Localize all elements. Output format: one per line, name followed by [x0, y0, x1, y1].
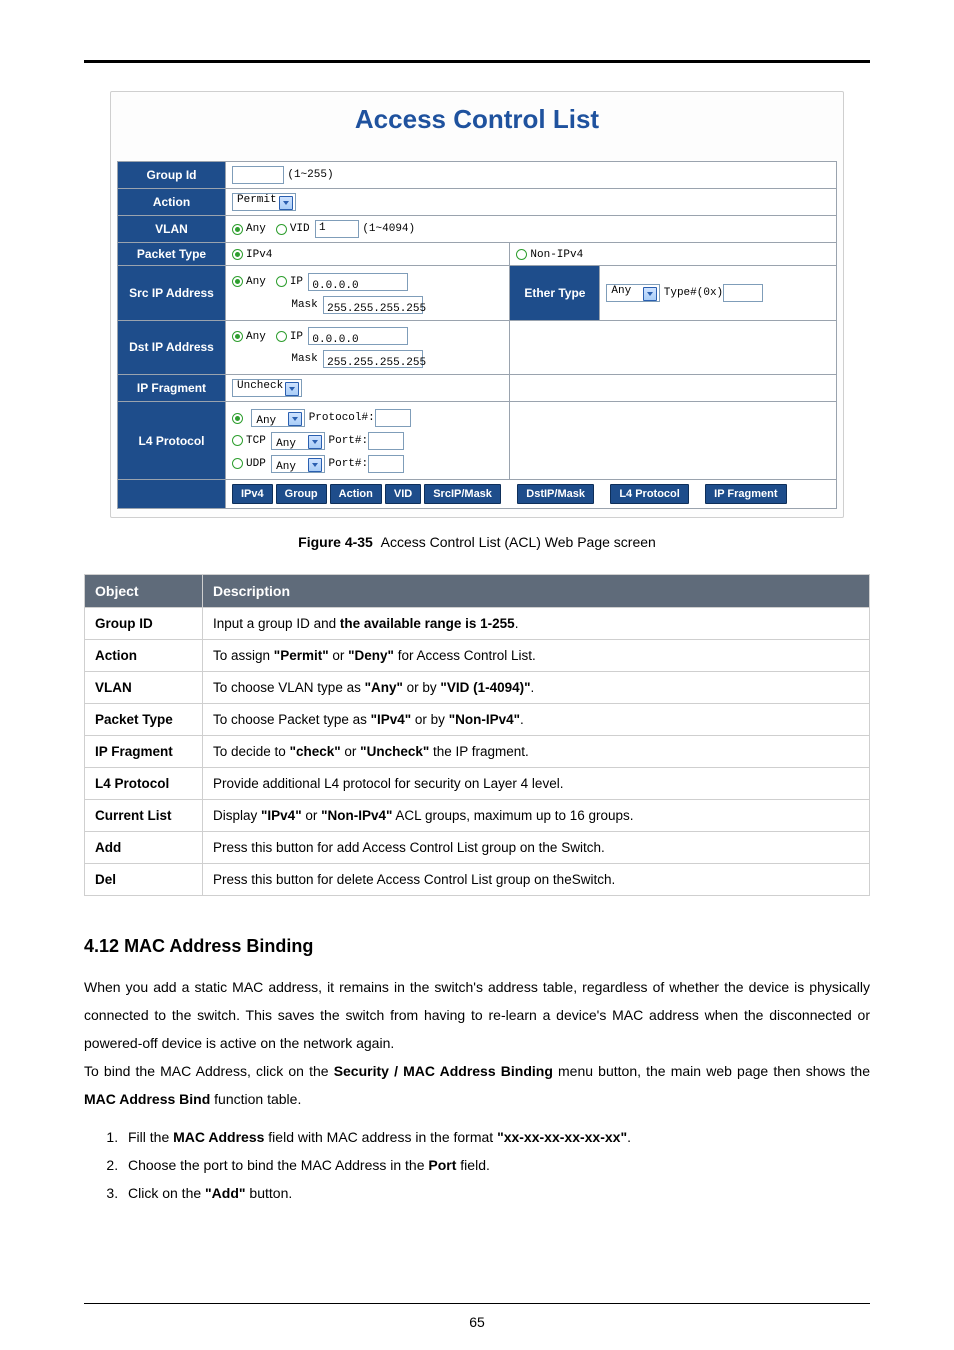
vlan-vid-input[interactable]: 1 [315, 220, 359, 238]
label-packet-type: Packet Type [118, 243, 226, 266]
section-lead: To bind the MAC Address, click on the Se… [84, 1057, 870, 1113]
srcip-any-radio[interactable] [232, 276, 243, 287]
action-select[interactable]: Permit [232, 193, 296, 211]
ip-fragment-select[interactable]: Uncheck [232, 379, 302, 397]
section-heading: 4.12 MAC Address Binding [84, 936, 870, 957]
desc-row: Packet Type To choose Packet type as "IP… [85, 703, 870, 735]
packet-ipv4-label: IPv4 [246, 249, 272, 261]
desc-row: Action To assign "Permit" or "Deny" for … [85, 639, 870, 671]
label-l4-protocol: L4 Protocol [118, 402, 226, 479]
group-id-hint: (1~255) [287, 169, 333, 181]
desc-row: IP Fragment To decide to "check" or "Unc… [85, 735, 870, 767]
desc-row: VLAN To choose VLAN type as "Any" or by … [85, 671, 870, 703]
label-group-id: Group Id [118, 162, 226, 189]
dstip-mask-input[interactable]: 255.255.255.255 [323, 350, 423, 368]
cols-spacer [118, 479, 226, 508]
l4-udp-port-input[interactable] [368, 455, 404, 473]
l4-udp-label: UDP [246, 458, 266, 470]
col-vid: VID [385, 484, 421, 504]
description-table: Object Description Group ID Input a grou… [84, 574, 870, 896]
vlan-any-label: Any [246, 223, 266, 235]
footer-rule [84, 1303, 870, 1304]
dstip-mask-label: Mask [291, 353, 317, 365]
figure-caption: Figure 4-35 Access Control List (ACL) We… [84, 534, 870, 550]
dstip-ip-radio[interactable] [276, 331, 287, 342]
acl-screenshot: Access Control List Group Id (1~255) Act… [110, 91, 844, 518]
desc-row: Del Press this button for delete Access … [85, 863, 870, 895]
ether-type-select[interactable]: Any [606, 284, 660, 302]
page-number: 65 [0, 1314, 954, 1330]
group-id-input[interactable] [232, 166, 284, 184]
ether-typehex-label: Type#(0x) [664, 287, 723, 299]
label-vlan: VLAN [118, 216, 226, 243]
dstip-ip-label: IP [290, 330, 303, 342]
l4-udp-port-label: Port#: [329, 458, 369, 470]
packet-ipv4-radio[interactable] [232, 249, 243, 260]
label-ip-fragment: IP Fragment [118, 375, 226, 402]
srcip-mask-input[interactable]: 255.255.255.255 [323, 296, 423, 314]
step-item: Choose the port to bind the MAC Address … [122, 1151, 870, 1179]
desc-row: Group ID Input a group ID and the availa… [85, 607, 870, 639]
col-ipfragment: IP Fragment [705, 484, 786, 504]
l4-tcp-radio[interactable] [232, 435, 243, 446]
step-item: Click on the "Add" button. [122, 1179, 870, 1207]
label-src-ip: Src IP Address [118, 266, 226, 321]
desc-row: L4 Protocol Provide additional L4 protoc… [85, 767, 870, 799]
steps-list: Fill the MAC Address field with MAC addr… [84, 1123, 870, 1207]
acl-form: Group Id (1~255) Action Permit VLAN Any [117, 161, 837, 509]
column-headers: IPv4GroupActionVIDSrcIP/Mask DstIP/Mask … [226, 479, 837, 508]
srcip-ip-radio[interactable] [276, 276, 287, 287]
vlan-vid-radio[interactable] [276, 224, 287, 235]
packet-nonipv4-radio[interactable] [516, 249, 527, 260]
desc-head-description: Description [203, 574, 870, 607]
label-action: Action [118, 189, 226, 216]
vlan-vid-label: VID [290, 223, 310, 235]
col-action: Action [330, 484, 382, 504]
label-ether-type: Ether Type [510, 266, 600, 321]
vlan-any-radio[interactable] [232, 224, 243, 235]
dstip-ip-input[interactable]: 0.0.0.0 [308, 327, 408, 345]
l4-any-select[interactable]: Any [251, 409, 305, 427]
l4-udp-radio[interactable] [232, 458, 243, 469]
srcip-ip-label: IP [290, 276, 303, 288]
l4-tcp-port-label: Port#: [329, 435, 369, 447]
l4-any-radio[interactable] [232, 413, 243, 424]
srcip-any-label: Any [246, 276, 266, 288]
col-ipv4: IPv4 [232, 484, 273, 504]
srcip-mask-label: Mask [291, 299, 317, 311]
vlan-hint: (1~4094) [362, 223, 415, 235]
ether-typehex-input[interactable] [723, 284, 763, 302]
dstip-any-label: Any [246, 330, 266, 342]
col-dstipmask: DstIP/Mask [517, 484, 594, 504]
page: Access Control List Group Id (1~255) Act… [0, 0, 954, 1350]
dstip-any-radio[interactable] [232, 331, 243, 342]
l4-proto-label: Protocol#: [309, 412, 375, 424]
srcip-ip-input[interactable]: 0.0.0.0 [308, 273, 408, 291]
label-dst-ip: Dst IP Address [118, 320, 226, 375]
l4-tcp-port-input[interactable] [368, 432, 404, 450]
l4-tcp-select[interactable]: Any [271, 432, 325, 450]
step-item: Fill the MAC Address field with MAC addr… [122, 1123, 870, 1151]
top-rule [84, 60, 870, 63]
l4-proto-input[interactable] [375, 409, 411, 427]
col-srcipmask: SrcIP/Mask [424, 484, 501, 504]
acl-title: Access Control List [117, 104, 837, 135]
desc-row: Current List Display "IPv4" or "Non-IPv4… [85, 799, 870, 831]
packet-nonipv4-label: Non-IPv4 [530, 249, 583, 261]
section-paragraph: When you add a static MAC address, it re… [84, 973, 870, 1057]
col-l4protocol: L4 Protocol [610, 484, 689, 504]
col-group: Group [276, 484, 327, 504]
desc-row: Add Press this button for add Access Con… [85, 831, 870, 863]
desc-head-object: Object [85, 574, 203, 607]
l4-udp-select[interactable]: Any [271, 455, 325, 473]
l4-tcp-label: TCP [246, 435, 266, 447]
